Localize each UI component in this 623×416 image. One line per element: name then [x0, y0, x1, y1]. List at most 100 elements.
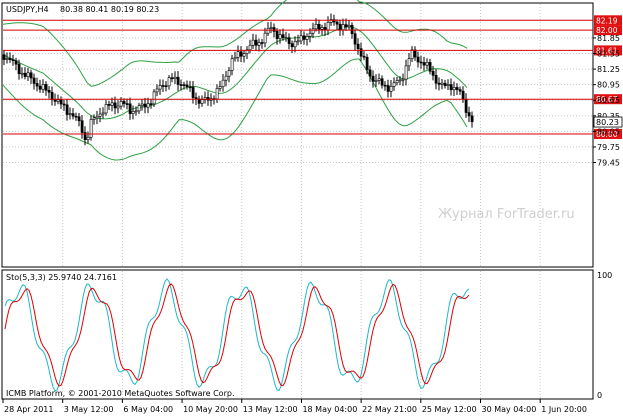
candle-body[interactable]: [323, 27, 327, 31]
candle-body[interactable]: [176, 76, 180, 85]
candle-body[interactable]: [122, 101, 126, 104]
candle-body[interactable]: [296, 40, 300, 43]
candle-body[interactable]: [284, 37, 288, 39]
candle-body[interactable]: [152, 91, 156, 105]
candle-body[interactable]: [125, 103, 129, 105]
candle-body[interactable]: [272, 27, 276, 32]
candle-body[interactable]: [242, 53, 246, 57]
candle-body[interactable]: [107, 104, 111, 106]
candle-body[interactable]: [32, 77, 36, 84]
candle-body[interactable]: [257, 42, 261, 46]
candle-body[interactable]: [266, 27, 270, 34]
candle-body[interactable]: [47, 90, 51, 93]
candle-body[interactable]: [227, 70, 231, 77]
candle-body[interactable]: [53, 99, 57, 102]
candle-body[interactable]: [236, 51, 240, 58]
candle-body[interactable]: [233, 57, 237, 60]
candle-body[interactable]: [386, 85, 390, 92]
candle-body[interactable]: [14, 60, 18, 65]
candle-body[interactable]: [140, 103, 144, 106]
candle-body[interactable]: [347, 25, 351, 28]
candle-body[interactable]: [224, 75, 228, 81]
candle-body[interactable]: [218, 86, 222, 89]
candle-body[interactable]: [44, 84, 48, 91]
candle-body[interactable]: [23, 72, 27, 77]
candle-body[interactable]: [269, 27, 273, 29]
candle-body[interactable]: [422, 62, 426, 66]
candle-body[interactable]: [119, 101, 123, 107]
candle-body[interactable]: [134, 110, 138, 113]
candle-body[interactable]: [68, 113, 72, 115]
candle-body[interactable]: [404, 65, 408, 80]
candle-body[interactable]: [194, 97, 198, 100]
candle-body[interactable]: [65, 104, 69, 115]
candle-body[interactable]: [311, 28, 315, 34]
candle-body[interactable]: [41, 84, 45, 90]
candle-body[interactable]: [449, 84, 453, 91]
candle-body[interactable]: [164, 85, 168, 88]
trading-chart-window[interactable]: 82.19 82.00 81.61 80.67 80.00 81.85 81.55 81.2…: [0, 0, 623, 416]
candle-body[interactable]: [434, 75, 438, 84]
candle-body[interactable]: [293, 41, 297, 48]
candle-body[interactable]: [305, 36, 309, 40]
candle-body[interactable]: [467, 112, 471, 117]
candle-body[interactable]: [362, 55, 366, 58]
candle-body[interactable]: [161, 85, 165, 87]
candle-body[interactable]: [359, 48, 363, 57]
candle-body[interactable]: [287, 37, 291, 44]
candle-body[interactable]: [17, 63, 21, 75]
candle-body[interactable]: [200, 99, 204, 104]
candle-body[interactable]: [110, 102, 114, 106]
candle-body[interactable]: [89, 119, 93, 138]
candle-body[interactable]: [263, 32, 267, 44]
candle-body[interactable]: [128, 103, 132, 114]
candle-body[interactable]: [116, 105, 120, 109]
candle-body[interactable]: [230, 58, 234, 71]
candle-body[interactable]: [455, 87, 459, 90]
candle-body[interactable]: [356, 43, 360, 49]
candle-body[interactable]: [314, 23, 318, 30]
candle-body[interactable]: [86, 136, 90, 140]
candle-body[interactable]: [215, 88, 219, 100]
candle-body[interactable]: [29, 72, 33, 79]
candle-body[interactable]: [239, 51, 243, 57]
candle-body[interactable]: [437, 82, 441, 85]
candle-body[interactable]: [179, 84, 183, 86]
candle-body[interactable]: [341, 24, 345, 31]
candle-body[interactable]: [365, 56, 369, 71]
candle-body[interactable]: [458, 89, 462, 92]
candle-body[interactable]: [398, 79, 402, 82]
candle-body[interactable]: [158, 85, 162, 90]
candle-body[interactable]: [428, 62, 432, 72]
candle-body[interactable]: [275, 31, 279, 39]
candle-body[interactable]: [371, 75, 375, 82]
candle-body[interactable]: [38, 85, 42, 90]
candle-body[interactable]: [71, 113, 75, 117]
candle-body[interactable]: [98, 113, 102, 117]
candle-body[interactable]: [182, 84, 186, 86]
candle-body[interactable]: [392, 82, 396, 87]
candle-body[interactable]: [440, 82, 444, 85]
candle-body[interactable]: [221, 79, 225, 87]
candle-body[interactable]: [320, 27, 324, 30]
candle-body[interactable]: [137, 105, 141, 112]
chart-canvas[interactable]: 82.1982.0081.6180.6780.00 81.8581.5581.2…: [0, 0, 623, 416]
candle-body[interactable]: [419, 61, 423, 64]
candle-body[interactable]: [416, 56, 420, 63]
candle-body[interactable]: [62, 103, 66, 106]
candle-body[interactable]: [281, 34, 285, 38]
candle-body[interactable]: [377, 78, 381, 81]
candle-body[interactable]: [350, 25, 354, 35]
candle-body[interactable]: [20, 72, 24, 75]
candle-body[interactable]: [77, 116, 81, 122]
candle-body[interactable]: [374, 80, 378, 82]
candle-body[interactable]: [59, 99, 63, 105]
candle-body[interactable]: [80, 120, 84, 133]
candle-body[interactable]: [74, 115, 78, 118]
candle-body[interactable]: [146, 103, 150, 108]
candle-body[interactable]: [299, 35, 303, 42]
candle-body[interactable]: [8, 58, 12, 60]
candle-body[interactable]: [101, 112, 105, 115]
candle-body[interactable]: [11, 59, 15, 61]
candle-body[interactable]: [254, 39, 258, 46]
